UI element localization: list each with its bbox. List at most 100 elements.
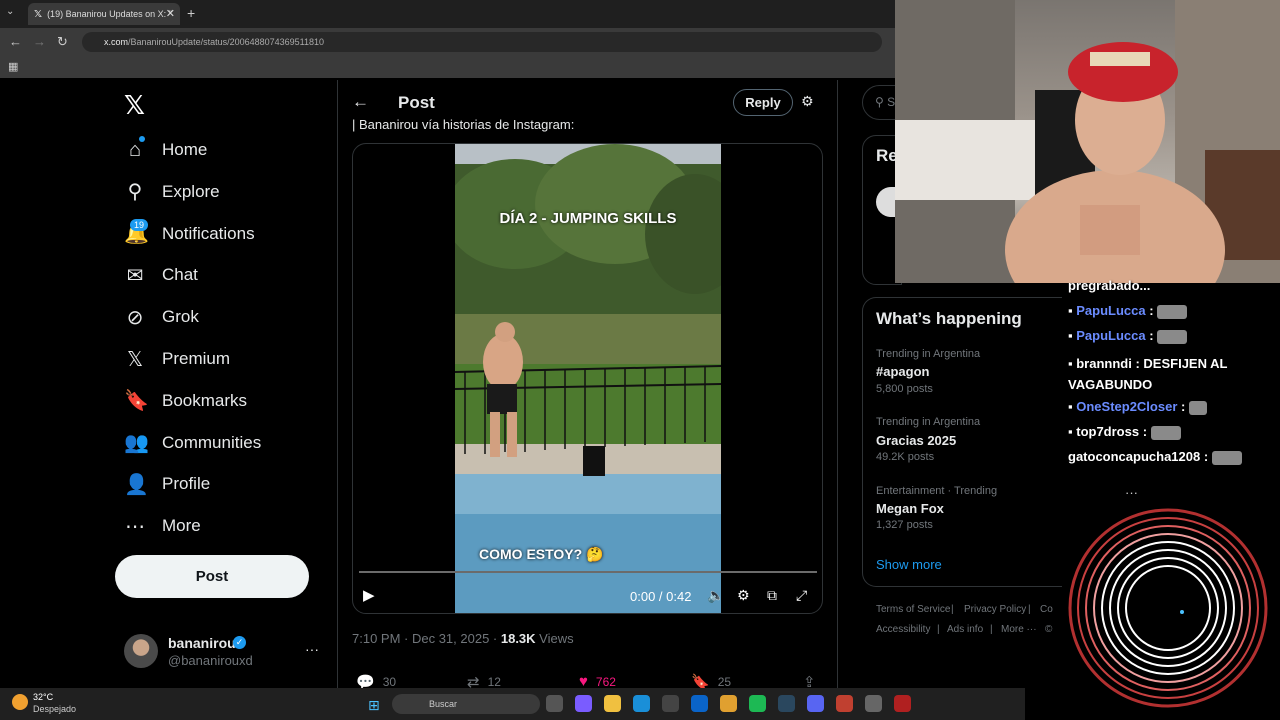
new-tab-icon[interactable]: + (187, 5, 195, 21)
play-icon[interactable]: ▶ (363, 586, 375, 604)
search-placeholder: S (887, 95, 896, 109)
trend-name[interactable]: Megan Fox (876, 501, 944, 516)
footer-link[interactable]: Accessibility (876, 624, 930, 635)
sidebar-item-explore[interactable]: ⚲ Explore (124, 177, 220, 207)
file-explorer-icon[interactable] (604, 695, 621, 712)
post-metadata: 7:10 PM · Dec 31, 2025 · 18.3K Views (352, 631, 574, 646)
app-icon[interactable] (865, 695, 882, 712)
sidebar-item-label: Profile (162, 474, 211, 494)
trend-count: 1,327 posts (876, 519, 933, 531)
apps-grid-icon[interactable]: ▦ (8, 60, 18, 73)
sidebar-item-more[interactable]: ⋯ More (124, 511, 201, 541)
back-arrow-icon[interactable]: ← (352, 92, 369, 112)
column-divider (837, 80, 838, 690)
trend-name[interactable]: Gracias 2025 (876, 433, 956, 448)
edge-icon[interactable] (633, 695, 650, 712)
video-progress-bar[interactable] (359, 571, 817, 573)
url-field[interactable]: x.com/BananirouUpdate/status/20064880743… (82, 32, 882, 52)
settings-icon[interactable]: ⚙ (737, 587, 750, 604)
tab-title: (19) Bananirou Updates on X: " (47, 9, 172, 19)
audio-visualizer (1068, 508, 1268, 708)
account-more-icon[interactable]: ··· (305, 641, 319, 657)
footer-link[interactable]: Privacy Policy (964, 604, 1026, 615)
search-icon: ⚲ (875, 95, 888, 109)
weather-temperature[interactable]: 32°C (33, 692, 53, 702)
back-icon[interactable]: ← (9, 34, 22, 49)
url-host: x.com (104, 37, 129, 47)
notifications-badge: 19 (130, 219, 149, 231)
sidebar-item-label: Chat (162, 265, 198, 285)
chat-message: ▪ top7dross : (1068, 424, 1181, 440)
footer-link[interactable]: Co (1040, 604, 1053, 615)
spotify-icon[interactable] (749, 695, 766, 712)
sidebar-item-label: Home (162, 140, 208, 159)
steam-icon[interactable] (778, 695, 795, 712)
video-overlay-caption: COMO ESTOY? 🤔 (479, 546, 604, 562)
reply-button[interactable]: Reply (733, 89, 793, 116)
chat-message: gatoconcapucha1208 : (1068, 449, 1242, 465)
trend-name[interactable]: #apagon (876, 364, 929, 379)
video-time: 0:00 / 0:42 (630, 589, 692, 604)
post-timestamp[interactable]: 7:10 PM · Dec 31, 2025 · (352, 631, 501, 646)
footer-separator: | (937, 624, 940, 635)
picture-in-picture-icon[interactable]: ⧉ (767, 587, 777, 604)
outlook-icon[interactable] (691, 695, 708, 712)
volume-icon[interactable]: 🔈 (707, 587, 724, 604)
chat-emote (1150, 425, 1181, 440)
sidebar-item-profile[interactable]: 👤 Profile (124, 469, 210, 499)
trend-count: 49.2K posts (876, 451, 935, 463)
sidebar-item-bookmarks[interactable]: 🔖 Bookmarks (124, 386, 247, 416)
bookmark-icon: 🔖 (124, 390, 149, 413)
webcam-scene (895, 0, 1280, 283)
store-icon[interactable] (662, 695, 679, 712)
show-more-link[interactable]: Show more (876, 557, 942, 572)
sidebar-item-communities[interactable]: 👥 Communities (124, 428, 261, 458)
app-icon[interactable] (836, 695, 853, 712)
app-icon[interactable] (894, 695, 911, 712)
chat-text: : (1203, 449, 1209, 464)
reload-icon[interactable]: ↻ (57, 34, 68, 50)
chat-emote (1157, 304, 1188, 319)
footer-link[interactable]: More ··· (1001, 624, 1037, 635)
fullscreen-icon[interactable]: ⤢ (796, 587, 807, 604)
sidebar-item-label: Premium (162, 349, 231, 368)
address-bar-row: ← → ↻ x.com/BananirouUpdate/status/20064… (0, 28, 895, 56)
windows-start-icon[interactable]: ⊞ (368, 697, 380, 714)
x-logo-icon[interactable]: 𝕏 (124, 90, 145, 121)
task-view-icon[interactable] (546, 695, 563, 712)
sidebar-item-grok[interactable]: ⊘ Grok (124, 302, 199, 332)
close-tab-icon[interactable]: ✕ (166, 7, 175, 20)
tab-search-icon[interactable]: ⌄ (6, 6, 14, 17)
account-name: bananirou (168, 635, 236, 651)
avatar[interactable] (124, 634, 158, 668)
trend-context: Trending in Argentina (876, 416, 981, 428)
post-button[interactable]: Post (115, 555, 309, 598)
chat-message: ▪ PapuLucca : (1068, 303, 1188, 319)
url-path: /BananirouUpdate/status/2006488074369511… (128, 37, 325, 47)
chat-username: OneStep2Closer (1076, 399, 1178, 414)
footer-separator: | (990, 624, 993, 635)
views-count: 18.3K (500, 631, 536, 646)
sidebar-item-label: More (162, 516, 201, 536)
forward-icon[interactable]: → (33, 34, 46, 49)
chrome-icon[interactable] (720, 695, 737, 712)
repost-count: 12 (487, 675, 501, 689)
tune-icon[interactable]: ⚙ (801, 93, 814, 110)
sidebar-item-chat[interactable]: ✉ Chat (124, 260, 198, 290)
sidebar-item-home[interactable]: ⌂ Home (124, 135, 207, 165)
footer-separator: | (1028, 604, 1031, 615)
chat-username: top7dross (1076, 424, 1140, 439)
footer-link[interactable]: Terms of Service (876, 604, 950, 615)
copilot-icon[interactable] (575, 695, 592, 712)
video-overlay-title: DÍA 2 - JUMPING SKILLS (499, 210, 677, 227)
video-player[interactable]: DÍA 2 - JUMPING SKILLS COMO ESTOY? 🤔 ▶ 0… (352, 143, 823, 614)
browser-tab[interactable]: 𝕏 (19) Bananirou Updates on X: " ✕ (28, 3, 180, 25)
chat-username: PapuLucca (1076, 328, 1146, 343)
chat-text: : (1181, 399, 1186, 414)
sidebar-item-premium[interactable]: 𝕏 Premium (124, 344, 230, 374)
weather-description: Despejado (33, 704, 77, 714)
footer-link[interactable]: Ads info (947, 624, 983, 635)
x-icon: 𝕏 (126, 348, 144, 371)
taskbar-search-box[interactable]: Buscar (392, 694, 540, 714)
discord-icon[interactable] (807, 695, 824, 712)
